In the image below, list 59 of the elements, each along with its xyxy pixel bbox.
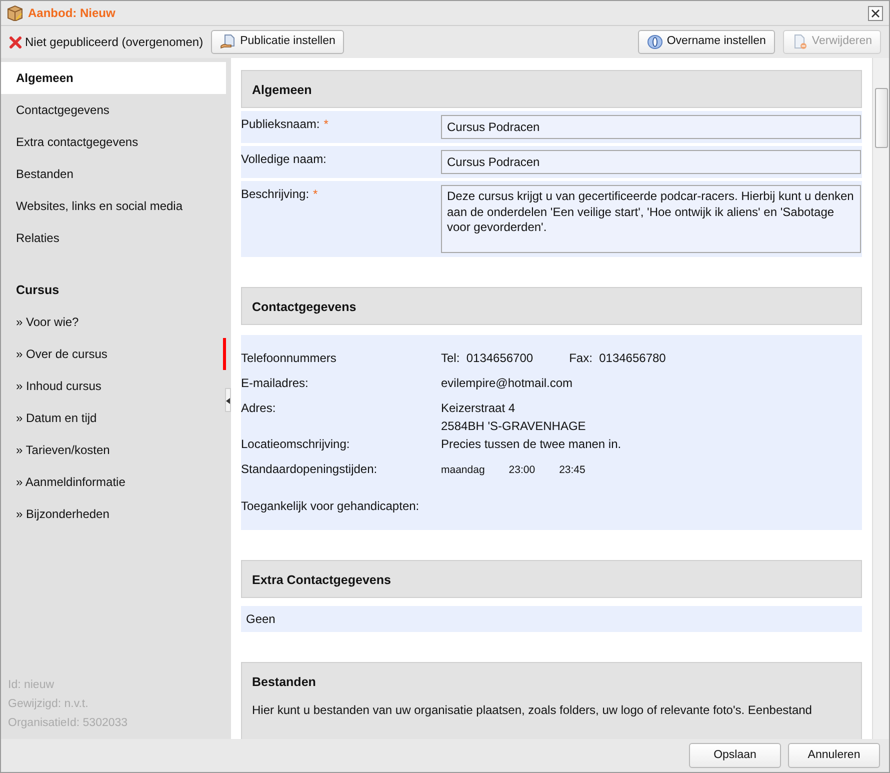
section-header: Contactgegevens [241, 287, 862, 325]
sidebar-item[interactable]: Websites, links en social media [1, 190, 226, 222]
document-remove-icon [792, 34, 808, 50]
detail-label: Locatieomschrijving: [241, 436, 351, 453]
section-header: Algemeen [241, 70, 862, 108]
detail-label: Toegankelijk voor gehandicapten: [241, 498, 420, 515]
sidebar-item[interactable]: Algemeen [1, 62, 226, 94]
field-label: Beschrijving: [241, 187, 310, 201]
hours-cell-text: maandag [441, 463, 485, 478]
section-text: Hier kunt u bestanden van uw organisatie plaatsen, zoals folders, uw logo of relevante foto's. Eenbestand [252, 702, 813, 719]
detail-value: Precies tussen de twee manen in. [441, 436, 622, 453]
package-icon [7, 5, 23, 21]
sidebar-item[interactable]: » Over de cursus [1, 338, 226, 370]
collapse-handle[interactable] [225, 388, 231, 412]
hours-cell-text: 23:45 [559, 463, 586, 478]
scrollbar[interactable] [872, 58, 889, 739]
sidebar-item[interactable]: » Datum en tijd [1, 402, 226, 434]
sidebar-item[interactable]: Contactgegevens [1, 94, 226, 126]
close-button[interactable] [868, 6, 883, 20]
section-title: Bestanden [252, 674, 317, 691]
hours-cell-text: 23:00 [508, 463, 536, 478]
section-header: Extra Contactgegevens [241, 560, 862, 598]
hand-document-icon [220, 34, 236, 50]
sidebar-item[interactable]: Extra contactgegevens [1, 126, 226, 158]
sidebar-item[interactable]: » Aanmeldinformatie [1, 466, 226, 498]
sidebar-item[interactable]: » Voor wie? [1, 306, 226, 338]
toolbar-button[interactable]: Publicatie instellen [211, 30, 344, 54]
detail-label: Telefoonnummers [241, 350, 338, 367]
sidebar-item[interactable]: » Tarieven/kosten [1, 434, 226, 466]
sidebar-item[interactable]: » Bijzonderheden [1, 498, 226, 530]
close-icon [871, 8, 880, 18]
detail-value: 2584BH 'S-GRAVENHAGE [441, 418, 586, 435]
oval-icon [646, 34, 663, 50]
close-icon [9, 36, 22, 48]
window-title: Aanbod: Nieuw [28, 5, 116, 22]
detail-value: Tel: 0134656700 [441, 350, 534, 367]
input-field[interactable]: Cursus Podracen [441, 150, 861, 174]
publication-status: Niet gepubliceerd (overgenomen) [25, 34, 204, 51]
required-mark: * [313, 187, 318, 201]
field-label: Volledige naam: [241, 152, 326, 166]
sidebar-item[interactable]: Bestanden [1, 158, 226, 190]
detail-value: Fax: 0134656780 [569, 350, 666, 367]
toolbar-button[interactable]: Overname instellen [638, 30, 775, 54]
sidebar-item[interactable]: » Inhoud cursus [1, 370, 226, 402]
detail-label: Adres: [241, 400, 277, 417]
text-area[interactable]: Deze cursus krijgt u van gecertificeerde podcar-racers. Hierbij kunt u denken aan de onderdelen 'Een veilige start', 'Hoe ontwijk ik aliens' en 'Sabotage voor gevorderden'. [441, 185, 861, 253]
field-label: Publieksnaam: [241, 117, 320, 131]
section-text: Geen [246, 612, 276, 626]
detail-label: E-mailadres: [241, 375, 310, 392]
input-field[interactable]: Cursus Podracen [441, 115, 861, 139]
sidebar-heading: Cursus [15, 282, 60, 299]
sidebar-item[interactable]: Relaties [1, 222, 226, 254]
scroll-thumb[interactable] [874, 88, 888, 148]
detail-label: Standaardopeningstijden: [241, 461, 378, 478]
detail-value: Keizerstraat 4 [441, 400, 516, 417]
footer-button[interactable]: Annuleren [788, 742, 880, 768]
footer-button[interactable]: Opslaan [689, 742, 781, 768]
detail-value: evilempire@hotmail.com [441, 375, 573, 392]
required-mark: * [324, 117, 328, 131]
